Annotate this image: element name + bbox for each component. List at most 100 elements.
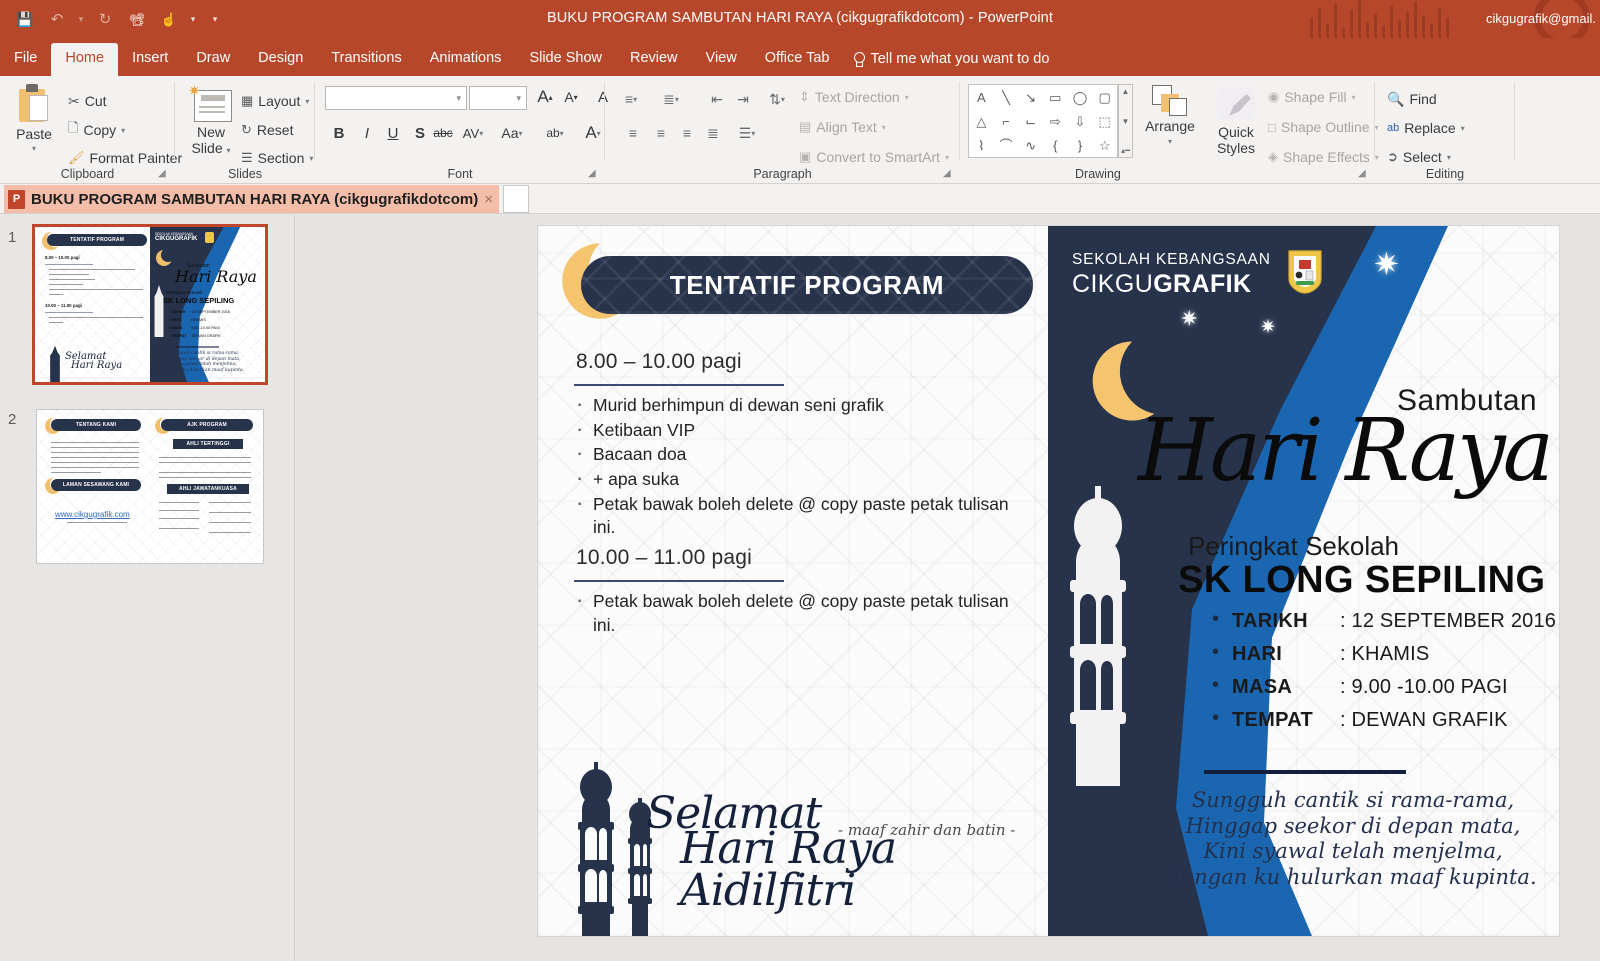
section-dropdown-icon[interactable]: ▾: [309, 154, 313, 163]
increase-font-size-button[interactable]: A ▴: [532, 84, 558, 110]
slide-edit-pane[interactable]: TENTATIF PROGRAM 8.00 – 10.00 pagi Murid…: [296, 215, 1600, 961]
ribbon-tab-draw[interactable]: Draw: [182, 43, 244, 76]
bullets-button[interactable]: ≡ ▾: [619, 86, 643, 112]
ribbon-tab-design[interactable]: Design: [244, 43, 317, 76]
ribbon-tab-review[interactable]: Review: [616, 43, 692, 76]
text-shadow-button[interactable]: S: [408, 120, 432, 146]
arrange-dropdown-icon[interactable]: ▾: [1168, 137, 1172, 146]
cut-button[interactable]: ✂ Cut: [68, 88, 107, 114]
find-button[interactable]: 🔍 Find: [1387, 86, 1437, 112]
shape-item-icon[interactable]: }: [1078, 139, 1082, 152]
section-label: Section: [257, 150, 305, 166]
text-highlight-button[interactable]: ab ▾: [543, 120, 567, 146]
italic-button[interactable]: I: [355, 120, 379, 146]
ribbon-tab-home[interactable]: Home: [51, 43, 119, 76]
strikethrough-button[interactable]: abc: [431, 120, 455, 146]
shapes-more-icon[interactable]: ▴━: [1121, 146, 1130, 155]
ribbon-tab-file[interactable]: File: [0, 43, 51, 76]
shape-item-icon[interactable]: A: [977, 91, 986, 104]
layout-dropdown-icon[interactable]: ▾: [305, 97, 309, 106]
align-right-button[interactable]: ≡: [675, 120, 699, 146]
section-time-1: 8.00 – 10.00 pagi: [576, 350, 742, 373]
shape-item-icon[interactable]: ▢: [1099, 91, 1111, 104]
paste-dropdown-icon[interactable]: ▾: [32, 144, 36, 153]
character-spacing-button[interactable]: AV ▾: [461, 120, 485, 146]
thumb2-canvas: TENTANG KAMI LAMAN SESAWANG KAMI www.cik…: [37, 410, 263, 563]
shape-item-icon[interactable]: ⌐: [1002, 115, 1010, 128]
shape-item-icon[interactable]: ☆: [1099, 139, 1111, 152]
shape-item-icon[interactable]: ▭: [1049, 91, 1061, 104]
shape-item-icon[interactable]: ∿: [1025, 139, 1036, 152]
replace-button[interactable]: ab Replace ▾: [1387, 115, 1465, 141]
numbering-button[interactable]: ≣ ▾: [659, 86, 683, 112]
clipboard-dialog-launcher-icon[interactable]: ◢: [158, 169, 169, 180]
new-slide-dropdown-icon[interactable]: ▾: [227, 146, 231, 155]
shape-item-icon[interactable]: ╲: [1002, 91, 1010, 104]
shapes-gallery[interactable]: A ╲ ↘ ▭ ◯ ▢ △ ⌐ ⌙ ⇨ ⇩ ⬚ ⌇ ⌒ ∿ {} ☆: [968, 84, 1118, 158]
shape-item-icon[interactable]: △: [976, 115, 986, 128]
reset-button[interactable]: ↻ Reset: [241, 117, 293, 143]
layout-button[interactable]: ▦ Layout ▾: [241, 88, 309, 114]
shape-item-icon[interactable]: ⇨: [1050, 115, 1061, 128]
shape-item-icon[interactable]: ⬚: [1099, 115, 1111, 128]
font-size-dropdown-icon[interactable]: ▾: [516, 93, 521, 104]
shape-item-icon[interactable]: ↘: [1025, 91, 1036, 104]
decrease-font-size-button[interactable]: A ▾: [558, 84, 584, 110]
change-case-button[interactable]: Aa ▾: [500, 120, 524, 146]
tentatif-program-header[interactable]: TENTATIF PROGRAM: [581, 256, 1033, 314]
increase-indent-button[interactable]: ⇥: [731, 86, 755, 112]
shape-item-icon[interactable]: ⌒: [999, 139, 1012, 152]
ribbon-tab-slide-show[interactable]: Slide Show: [515, 43, 616, 76]
ribbon-tabs[interactable]: File Home Insert Draw Design Transitions Anima…: [0, 38, 1600, 76]
underline-button[interactable]: U: [381, 120, 405, 146]
shape-item-icon[interactable]: ◯: [1073, 91, 1088, 104]
align-center-button[interactable]: ≡: [649, 120, 673, 146]
close-icon[interactable]: ×: [484, 191, 493, 208]
ribbon-tab-insert[interactable]: Insert: [118, 43, 182, 76]
slide-thumbnail-2[interactable]: TENTANG KAMI LAMAN SESAWANG KAMI www.cik…: [37, 410, 263, 563]
font-name-input[interactable]: ▾: [325, 86, 467, 110]
justify-button[interactable]: ≣: [701, 120, 725, 146]
columns-button[interactable]: ☰ ▾: [735, 120, 759, 146]
new-document-tab-button[interactable]: [503, 185, 529, 213]
scroll-up-icon[interactable]: ▲: [1122, 87, 1130, 96]
pantun-line: Kini syawal telah menjelma,: [1203, 839, 1503, 864]
document-tab[interactable]: P BUKU PROGRAM SAMBUTAN HARI RAYA (cikgu…: [4, 185, 500, 213]
font-name-dropdown-icon[interactable]: ▾: [456, 93, 461, 104]
paste-button[interactable]: Paste ▾: [6, 84, 62, 170]
shapes-gallery-scrollbar[interactable]: ▲ ▼ ▴━: [1118, 84, 1133, 158]
font-color-button[interactable]: A ▾: [581, 120, 605, 146]
font-size-input[interactable]: ▾: [469, 86, 527, 110]
ribbon-tab-animations[interactable]: Animations: [416, 43, 516, 76]
account-label[interactable]: cikgugrafik@gmail.: [1486, 11, 1596, 26]
arrange-button[interactable]: Arrange ▾: [1142, 84, 1198, 172]
shape-item-icon[interactable]: ⇩: [1075, 115, 1086, 128]
drawing-dialog-launcher-icon[interactable]: ◢: [1358, 169, 1369, 180]
section-time-2: 10.00 – 11.00 pagi: [576, 546, 753, 569]
replace-dropdown-icon[interactable]: ▾: [1461, 124, 1465, 133]
select-dropdown-icon[interactable]: ▾: [1447, 153, 1451, 162]
font-dialog-launcher-icon[interactable]: ◢: [588, 169, 599, 180]
slide-thumbnail-pane[interactable]: 1 TENTATIF PROGRAM 8.00 – 10.00 pagi 10.…: [0, 215, 295, 961]
ribbon-tab-office-tab[interactable]: Office Tab: [751, 43, 844, 76]
new-slide-button[interactable]: ✷ New Slide ▾: [180, 84, 242, 172]
tell-me-search[interactable]: Tell me what you want to do: [843, 43, 1059, 76]
document-tab-label: BUKU PROGRAM SAMBUTAN HARI RAYA (cikgugr…: [31, 190, 479, 208]
slides-group-label: Slides: [227, 167, 263, 181]
scroll-down-icon[interactable]: ▼: [1122, 117, 1130, 126]
align-left-button[interactable]: ≡: [621, 120, 645, 146]
slide-canvas[interactable]: TENTATIF PROGRAM 8.00 – 10.00 pagi Murid…: [538, 226, 1559, 936]
line-spacing-button[interactable]: ⇅ ▾: [765, 86, 789, 112]
decrease-indent-button[interactable]: ⇤: [705, 86, 729, 112]
shape-item-icon[interactable]: ⌙: [1025, 115, 1036, 128]
ribbon-tab-transitions[interactable]: Transitions: [317, 43, 415, 76]
slide-thumbnail-1[interactable]: TENTATIF PROGRAM 8.00 – 10.00 pagi 10.00…: [32, 224, 268, 385]
shape-item-icon[interactable]: {: [1053, 139, 1057, 152]
quick-styles-button[interactable]: Quick Styles: [1206, 84, 1266, 172]
copy-button[interactable]: 🗋 Copy ▾: [68, 117, 125, 143]
paragraph-dialog-launcher-icon[interactable]: ◢: [943, 169, 954, 180]
ribbon-tab-view[interactable]: View: [692, 43, 751, 76]
shape-item-icon[interactable]: ⌇: [978, 139, 984, 152]
copy-dropdown-icon[interactable]: ▾: [121, 126, 125, 135]
bold-button[interactable]: B: [327, 120, 351, 146]
